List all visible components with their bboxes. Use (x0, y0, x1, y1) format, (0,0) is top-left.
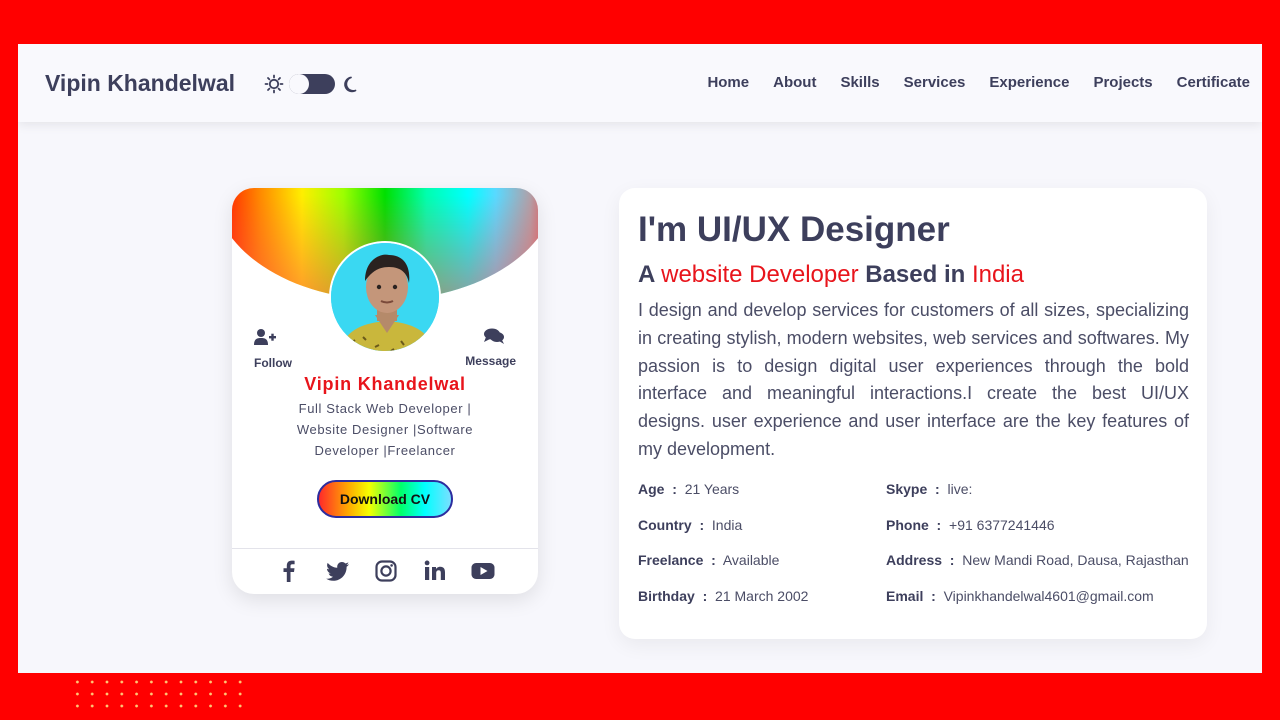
info-label: Birthday (638, 588, 695, 604)
subtitle-prefix: A (638, 261, 655, 288)
brand-logo[interactable]: Vipin Khandelwal (45, 70, 235, 97)
info-skype: Skype : live: (886, 481, 973, 497)
theme-toggle[interactable] (264, 72, 360, 96)
info-label: Address (886, 552, 943, 568)
nav-services[interactable]: Services (904, 74, 966, 91)
subtitle-mid: Based in (865, 261, 966, 288)
info-label: Skype (886, 481, 928, 497)
info-label: Phone (886, 517, 929, 533)
info-value: India (711, 517, 743, 533)
sun-icon[interactable] (264, 74, 284, 99)
info-address: Address : New Mandi Road, Dausa, Rajasth… (886, 552, 1189, 568)
info-value: +91 6377241446 (949, 517, 1055, 533)
info-value: New Mandi Road, Dausa, Rajasthan (962, 552, 1189, 568)
info-email: Email : Vipinkhandelwal4601@gmail.com (886, 588, 1154, 604)
info-label: Country (638, 517, 692, 533)
info-value: Available (722, 552, 780, 568)
about-subtitle: A website Developer Based in India (638, 261, 1024, 289)
comments-icon (484, 328, 504, 344)
info-value: live: (947, 481, 973, 497)
about-panel: I'm UI/UX Designer A website Developer B… (619, 188, 1207, 639)
info-birthday: Birthday : 21 March 2002 (638, 588, 809, 604)
about-title: I'm UI/UX Designer (638, 210, 950, 249)
about-description: I design and develop services for custom… (638, 300, 1189, 459)
card-divider (232, 548, 538, 549)
download-cv-button[interactable]: Download CV (317, 480, 453, 518)
nav-links: Home About Skills Services Experience Pr… (707, 74, 1250, 91)
theme-switch[interactable] (289, 74, 335, 94)
twitter-icon[interactable] (325, 558, 351, 584)
profile-card: Follow Message Vipin Khandelwal Full Sta… (232, 188, 538, 594)
youtube-icon[interactable] (470, 558, 496, 584)
navbar: Vipin Khandelwal Home About Skills Servi… (18, 44, 1262, 122)
subtitle-location: India (971, 261, 1024, 288)
info-value: Vipinkhandelwal4601@gmail.com (943, 588, 1154, 604)
info-freelance: Freelance : Available (638, 552, 780, 568)
nav-about[interactable]: About (773, 74, 816, 91)
facebook-icon[interactable] (276, 558, 302, 584)
linkedin-icon[interactable] (422, 558, 448, 584)
info-label: Email (886, 588, 924, 604)
profile-name: Vipin Khandelwal (304, 374, 466, 394)
avatar (329, 241, 441, 353)
message-label: Message (465, 354, 516, 368)
info-label: Age (638, 481, 665, 497)
subtitle-role: website Developer (661, 261, 859, 288)
info-label: Freelance (638, 552, 704, 568)
nav-certificate[interactable]: Certificate (1177, 74, 1250, 91)
profile-role: Full Stack Web Developer | Website Desig… (296, 401, 474, 458)
info-value: 21 March 2002 (715, 588, 809, 604)
page-frame: Vipin Khandelwal Home About Skills Servi… (18, 44, 1262, 673)
nav-projects[interactable]: Projects (1093, 74, 1152, 91)
instagram-icon[interactable] (373, 558, 399, 584)
moon-icon[interactable] (340, 74, 360, 99)
theme-switch-knob (289, 74, 309, 94)
nav-experience[interactable]: Experience (989, 74, 1069, 91)
social-links (276, 558, 496, 584)
info-age: Age : 21 Years (638, 481, 740, 497)
info-phone: Phone : +91 6377241446 (886, 517, 1055, 533)
add-user-icon (254, 329, 276, 345)
follow-button[interactable]: Follow (254, 328, 292, 370)
follow-label: Follow (254, 356, 292, 370)
decorative-dots (70, 676, 248, 716)
nav-home[interactable]: Home (707, 74, 749, 91)
message-button[interactable]: Message (465, 328, 516, 368)
info-country: Country : India (638, 517, 743, 533)
nav-skills[interactable]: Skills (840, 74, 879, 91)
info-value: 21 Years (684, 481, 740, 497)
